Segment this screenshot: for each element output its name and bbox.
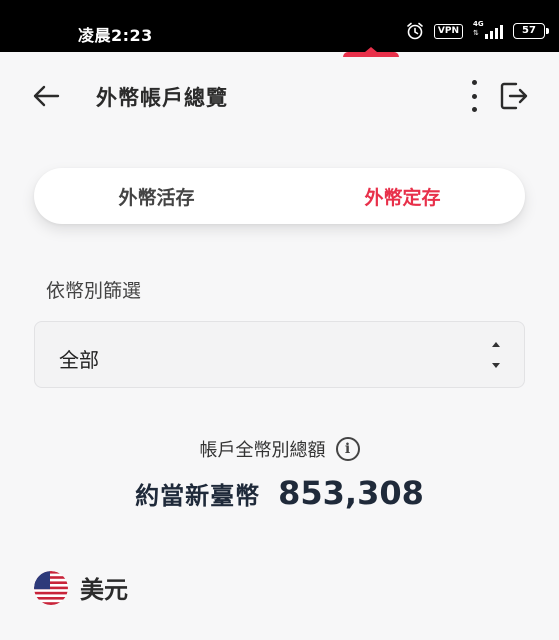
currency-name: 美元 (80, 576, 128, 604)
signal-icon: 4G ⇅ (473, 20, 503, 39)
vpn-badge: VPN (433, 23, 463, 39)
total-label-row: 帳戶全幣別總額 i (0, 436, 559, 462)
tab-time-deposit[interactable]: 外幣定存 (280, 168, 525, 224)
currency-filter-label: 依幣別篩選 (46, 280, 142, 302)
data-arrows-icon: ⇅ (473, 29, 479, 37)
select-arrows-icon (492, 342, 500, 368)
status-time: 凌晨2:23 (78, 26, 153, 45)
total-amount-row: 約當新臺幣 853,308 (0, 474, 559, 512)
app-header: 外幣帳戶總覽 (0, 52, 559, 138)
currency-filter-select[interactable]: 全部 (34, 321, 525, 388)
active-tab-indicator (343, 47, 399, 57)
total-label: 帳戶全幣別總額 (199, 440, 326, 461)
status-bar: 凌晨2:23 VPN 4G ⇅ 57 (0, 0, 559, 52)
more-options-button[interactable] (462, 76, 486, 116)
more-vertical-icon (471, 80, 477, 85)
back-arrow-icon (33, 85, 60, 107)
logout-icon (500, 82, 528, 110)
account-type-tabs: 外幣活存 外幣定存 (34, 168, 525, 224)
total-amount: 853,308 (278, 474, 424, 512)
us-flag-icon (34, 570, 68, 605)
tab-demand-deposit[interactable]: 外幣活存 (34, 168, 279, 224)
page-title: 外幣帳戶總覽 (96, 86, 228, 110)
info-icon[interactable]: i (335, 437, 360, 461)
logout-button[interactable] (498, 78, 530, 114)
alarm-icon (407, 22, 423, 40)
total-currency-prefix: 約當新臺幣 (135, 482, 261, 510)
currency-section-header: 美元 (34, 570, 128, 605)
status-icons: VPN 4G ⇅ 57 (406, 20, 549, 40)
currency-filter-value: 全部 (59, 348, 99, 372)
network-type: 4G (473, 20, 484, 28)
battery-icon: 57 (513, 23, 549, 39)
back-button[interactable] (28, 78, 64, 114)
